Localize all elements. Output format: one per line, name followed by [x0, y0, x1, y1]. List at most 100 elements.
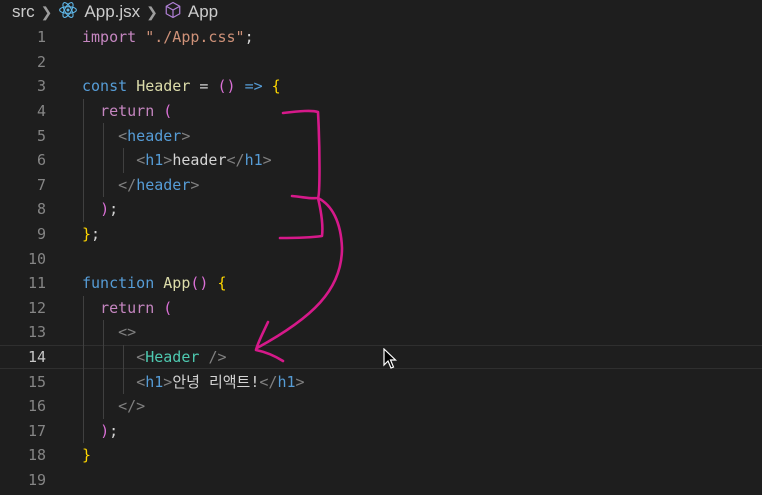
- code-line[interactable]: 2: [0, 50, 762, 75]
- breadcrumb: src ❯ App.jsx ❯ App: [0, 0, 762, 24]
- breadcrumb-file[interactable]: App.jsx: [84, 2, 140, 22]
- code-token: =>: [244, 77, 263, 96]
- code-token: header: [172, 151, 227, 170]
- code-token: ;: [244, 28, 254, 47]
- code-text: </>: [82, 397, 145, 415]
- line-number: 13: [27, 323, 46, 342]
- code-token: h1: [244, 151, 263, 170]
- code-line[interactable]: 4 return (: [0, 99, 762, 124]
- code-text: <header>: [82, 127, 190, 145]
- code-text: return (: [82, 102, 172, 120]
- code-token: header: [127, 126, 182, 145]
- code-text: import "./App.css";: [82, 28, 254, 46]
- mouse-pointer-icon: [383, 348, 397, 369]
- code-text: );: [82, 422, 118, 440]
- code-token: import: [82, 28, 137, 47]
- breadcrumb-folder[interactable]: src: [12, 2, 35, 22]
- code-line[interactable]: 7 </header>: [0, 173, 762, 198]
- line-number: 15: [27, 372, 46, 391]
- code-text: );: [82, 200, 118, 218]
- code-token: const: [82, 77, 128, 96]
- code-text: };: [82, 225, 100, 243]
- code-token: h1: [277, 373, 296, 392]
- code-token: />: [208, 348, 227, 367]
- react-icon: [58, 0, 78, 25]
- code-line[interactable]: 13 <>: [0, 320, 762, 345]
- code-text: }: [82, 446, 91, 464]
- code-token: >: [163, 151, 173, 170]
- code-text: </header>: [82, 176, 199, 194]
- code-line[interactable]: 18}: [0, 443, 762, 468]
- code-token: }: [82, 225, 92, 244]
- code-token: (: [163, 298, 173, 317]
- code-token: ;: [109, 200, 119, 219]
- code-line[interactable]: 5 <header>: [0, 123, 762, 148]
- code-line[interactable]: 3 const Header = () => {: [0, 74, 762, 99]
- indent-guide: [83, 98, 84, 222]
- code-token: </: [259, 373, 278, 392]
- code-token: return: [100, 298, 155, 317]
- code-token: >: [262, 151, 272, 170]
- line-number: 19: [27, 471, 46, 490]
- code-line[interactable]: 16 </>: [0, 394, 762, 419]
- code-line[interactable]: 9};: [0, 222, 762, 247]
- code-line[interactable]: 19: [0, 468, 762, 493]
- code-line[interactable]: 14 <Header />: [0, 345, 762, 370]
- code-line[interactable]: 17 );: [0, 419, 762, 444]
- breadcrumb-symbol[interactable]: App: [188, 2, 218, 22]
- line-number: 16: [27, 397, 46, 416]
- line-number: 2: [36, 52, 46, 71]
- code-text: return (: [82, 299, 172, 317]
- code-line[interactable]: 8 );: [0, 197, 762, 222]
- code-line[interactable]: 6 <h1>header</h1>: [0, 148, 762, 173]
- cube-icon: [164, 1, 182, 24]
- code-editor[interactable]: 1 import "./App.css"; 2 3 const Header = () …: [0, 24, 762, 495]
- line-number: 17: [27, 421, 46, 440]
- code-line[interactable]: 1 import "./App.css";: [0, 25, 762, 50]
- code-token: return: [100, 102, 155, 121]
- code-token: function: [82, 274, 155, 293]
- line-number: 18: [27, 446, 46, 465]
- line-number: 4: [36, 102, 46, 121]
- code-token: >: [181, 126, 191, 145]
- code-text: const Header = () => {: [82, 77, 281, 95]
- code-line[interactable]: 10: [0, 246, 762, 271]
- code-token: </>: [118, 397, 146, 416]
- code-token: >: [190, 175, 200, 194]
- code-token: "./App.css": [145, 28, 245, 47]
- code-token: </: [118, 175, 137, 194]
- code-token: <>: [118, 323, 137, 342]
- code-line[interactable]: 12 return (: [0, 296, 762, 321]
- code-token: >: [295, 373, 305, 392]
- code-text: function App() {: [82, 274, 227, 292]
- code-token: ;: [91, 225, 101, 244]
- code-token: Header: [145, 348, 200, 367]
- code-token: <: [136, 348, 146, 367]
- line-number: 7: [36, 175, 46, 194]
- code-token: <: [136, 373, 146, 392]
- line-number: 12: [27, 298, 46, 317]
- line-number: 5: [36, 126, 46, 145]
- code-line[interactable]: 15 <h1>안녕 리액트!</h1>: [0, 369, 762, 394]
- code-token: header: [136, 175, 191, 194]
- code-token: h1: [145, 373, 164, 392]
- code-text: <h1>안녕 리액트!</h1>: [82, 371, 305, 392]
- chevron-right-icon: ❯: [146, 3, 158, 20]
- indent-guide: [103, 123, 104, 198]
- code-line[interactable]: 11 function App() {: [0, 271, 762, 296]
- code-token: ): [100, 200, 110, 219]
- indent-guide: [123, 344, 124, 394]
- chevron-right-icon: ❯: [40, 3, 53, 20]
- code-token: 안녕 리액트!: [172, 373, 260, 392]
- line-number: 11: [27, 274, 46, 293]
